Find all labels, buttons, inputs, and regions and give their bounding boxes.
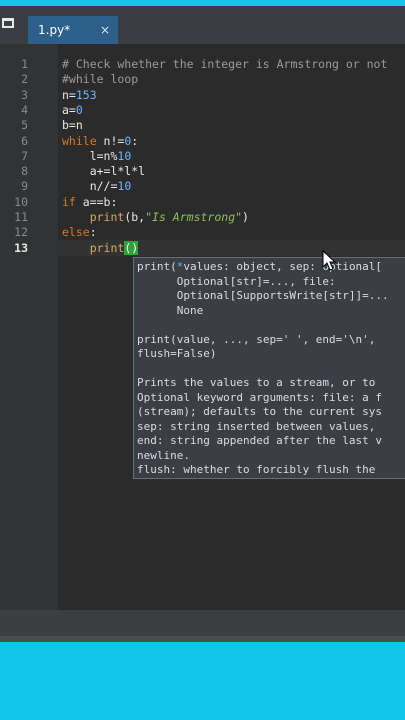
popup-token: sep: string inserted between values, [137, 420, 376, 433]
code-token: a==b: [75, 195, 118, 209]
code-token: "Is Armstrong" [145, 210, 243, 224]
line-number: 12 [14, 225, 28, 239]
popup-text-line: print(*values: object, sep: Optional[ [137, 260, 382, 275]
popup-text-line: Optional[str]=..., file: [137, 275, 336, 290]
code-token: 153 [75, 88, 97, 102]
code-line[interactable]: n//=10 [62, 178, 132, 194]
close-icon[interactable]: × [100, 16, 110, 44]
popup-token: print(value, ..., sep=' ', end='\n', [137, 333, 376, 346]
popup-token: Optional[SupportsWrite[str]]=... [137, 289, 389, 302]
popup-token: None [137, 304, 204, 317]
code-token: else [62, 225, 90, 239]
popup-text-line: None [137, 304, 204, 319]
code-token: n= [62, 88, 76, 102]
popup-token: (stream); defaults to the current sys [137, 405, 383, 418]
code-line[interactable]: # Check whether the integer is Armstrong… [62, 56, 387, 72]
popup-text-line: newline. [137, 449, 190, 464]
line-number: 9 [21, 179, 28, 193]
line-number: 5 [21, 118, 28, 132]
code-token: ) [242, 210, 249, 224]
tab-1-py[interactable]: 1.py* × [28, 16, 118, 44]
code-line[interactable]: while n!=0: [62, 133, 138, 149]
popup-token: Optional keyword arguments: file: a f [137, 391, 383, 404]
code-token: while [62, 134, 97, 148]
popup-text-line: print(value, ..., sep=' ', end='\n', [137, 333, 375, 348]
popup-text-line: flush: whether to forcibly flush the [137, 463, 375, 478]
popup-text-line: end: string appended after the last v [137, 434, 382, 449]
code-token: n!= [96, 134, 125, 148]
code-token: n//= [62, 179, 118, 193]
code-token: (b, [124, 210, 146, 224]
line-number: 1 [21, 57, 28, 71]
code-line[interactable]: l=n%10 [62, 148, 132, 164]
code-token: b=n [62, 118, 83, 132]
code-token: a+=l*l*l [62, 164, 146, 178]
code-token: # Check whether the integer is Armstrong… [62, 57, 388, 71]
code-line[interactable]: print() [62, 240, 139, 256]
code-token: : [131, 134, 139, 148]
line-number: 8 [21, 164, 28, 178]
line-number-gutter: 1 2 3 4 5 6 7 8 9 10 11 12 13 [0, 44, 58, 610]
code-token: l=n% [62, 149, 118, 163]
line-number: 7 [21, 149, 28, 163]
popup-text-line: (stream); defaults to the current sys [137, 405, 382, 420]
popup-token: values: object, sep: Optional[ [183, 260, 383, 273]
code-line[interactable]: a=0 [62, 102, 83, 118]
code-line[interactable]: if a==b: [62, 194, 117, 210]
code-line[interactable]: b=n [62, 117, 83, 133]
code-token: 0 [75, 103, 83, 117]
code-line[interactable]: #while loop [62, 71, 138, 87]
popup-token: print( [137, 260, 177, 273]
line-number: 11 [14, 210, 28, 224]
bottom-status-strip [0, 636, 405, 642]
mouse-cursor-icon [322, 250, 337, 271]
popup-token: end: string appended after the last v [137, 434, 383, 447]
popup-token: Optional[str]=..., file: [137, 275, 336, 288]
line-number: 13 [14, 241, 28, 255]
code-token: 10 [117, 179, 132, 193]
code-token: if [62, 195, 76, 209]
code-token: print [89, 210, 125, 224]
code-token: a= [62, 103, 76, 117]
code-line[interactable]: print(b,"Is Armstrong") [62, 209, 249, 225]
code-token: #while loop [62, 72, 139, 86]
bottom-panel-bar [0, 610, 405, 636]
popup-text-line: sep: string inserted between values, [137, 420, 375, 435]
code-token: 10 [117, 149, 132, 163]
code-line[interactable]: n=153 [62, 87, 97, 103]
popup-text-line: Prints the values to a stream, or to [137, 376, 375, 391]
popup-text-line: Optional[SupportsWrite[str]]=... [137, 289, 389, 304]
window-icon[interactable] [2, 18, 14, 28]
popup-text-line: Optional keyword arguments: file: a f [137, 391, 382, 406]
code-token: print [89, 241, 125, 255]
popup-text-line: flush=False) [137, 347, 216, 362]
line-number: 2 [21, 72, 28, 86]
tab-label: 1.py* [38, 23, 71, 37]
code-line[interactable]: else: [62, 224, 97, 240]
popup-token: newline. [137, 449, 190, 462]
popup-token: flush=False) [137, 347, 217, 360]
line-number: 4 [21, 103, 28, 117]
tab-bar: 1.py* × [0, 6, 405, 44]
popup-token: Prints the values to a stream, or to [137, 376, 376, 389]
line-number: 10 [14, 195, 28, 209]
code-token: () [124, 241, 139, 255]
line-number: 3 [21, 88, 28, 102]
line-number: 6 [21, 134, 28, 148]
popup-token: flush: whether to forcibly flush the [137, 463, 376, 476]
code-token: : [89, 225, 97, 239]
signature-help-popup: print(*values: object, sep: Optional[ Op… [133, 257, 405, 479]
code-line[interactable]: a+=l*l*l [62, 163, 145, 179]
